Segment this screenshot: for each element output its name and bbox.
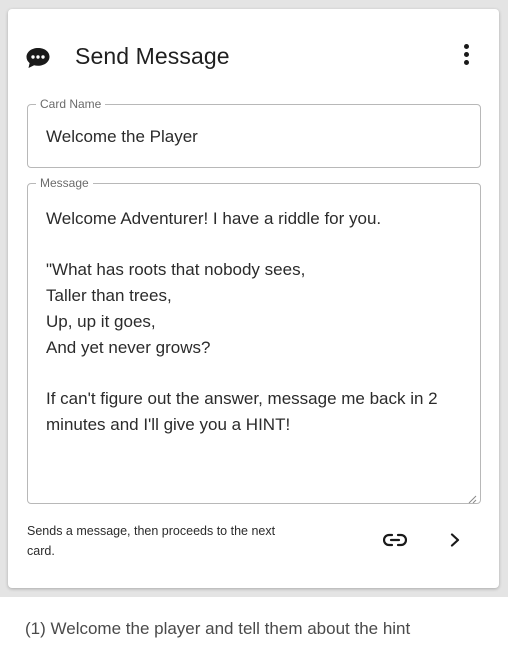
card-description: Sends a message, then proceeds to the ne… [27, 524, 276, 558]
chat-bubble-icon [25, 46, 51, 70]
link-icon [382, 533, 408, 552]
send-message-card: Send Message Card Name Welcome the Playe… [8, 9, 499, 588]
card-title: Send Message [75, 43, 230, 69]
more-options-button[interactable] [455, 40, 477, 68]
card-caption: (1) Welcome the player and tell them abo… [25, 619, 411, 638]
link-button[interactable] [381, 532, 409, 552]
card-name-label: Card Name [36, 96, 106, 112]
more-vertical-icon [463, 43, 469, 49]
card-name-value[interactable]: Welcome the Player [46, 127, 198, 147]
message-textarea[interactable]: Welcome Adventurer! I have a riddle for … [46, 206, 466, 437]
card-name-field[interactable]: Card Name Welcome the Player [27, 96, 481, 168]
chevron-right-icon [449, 532, 461, 552]
resize-handle-icon[interactable] [468, 491, 477, 504]
next-card-button[interactable] [443, 530, 467, 554]
card-panel-background: Send Message Card Name Welcome the Playe… [0, 0, 508, 597]
message-label: Message [36, 175, 93, 191]
message-field[interactable]: Message Welcome Adventurer! I have a rid… [27, 175, 481, 504]
